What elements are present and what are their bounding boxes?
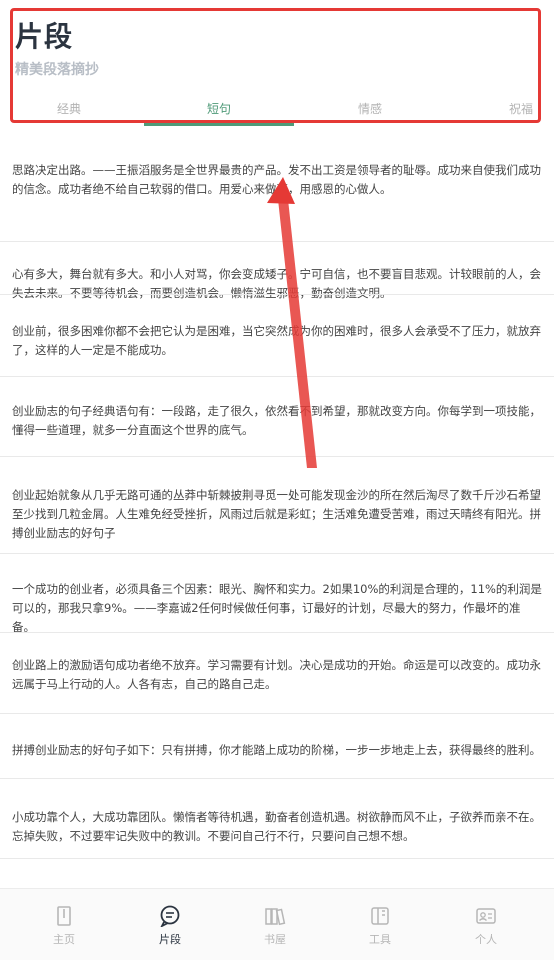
list-item[interactable]: 创业励志的句子经典语句有：一段路，走了很久，依然看不到希望，那就改变方向。你每学… <box>0 376 554 440</box>
book-icon <box>265 908 286 926</box>
tab-blessing[interactable]: 祝福 <box>509 100 533 117</box>
list-item[interactable]: 小成功靠个人，大成功靠团队。懒惰者等待机遇，勤奋者创造机遇。树欲静而风不止，子欲… <box>0 778 554 846</box>
profile-card-icon <box>476 908 496 924</box>
list-item[interactable]: 创业路上的激励语句成功者绝不放弃。学习需要有计划。决心是成功的开始。命运是可以改… <box>0 632 554 694</box>
nav-bookhouse[interactable]: 书屋 <box>245 905 305 947</box>
list-item[interactable]: 思路决定出路。——王振滔服务是全世界最贵的产品。发不出工资是领导者的耻辱。成功来… <box>0 161 554 199</box>
tools-icon <box>371 907 389 925</box>
tab-emotion[interactable]: 情感 <box>358 100 382 117</box>
nav-profile[interactable]: 个人 <box>456 905 516 947</box>
home-icon <box>57 906 71 926</box>
header-panel: 片段 精美段落摘抄 经典 短句 情感 祝福 <box>10 8 541 126</box>
tab-short-sentences[interactable]: 短句 <box>207 100 231 117</box>
list-item[interactable]: 创业前，很多困难你都不会把它认为是困难，当它突然成为你的困难时，很多人会承受不了… <box>0 294 554 360</box>
tab-classic[interactable]: 经典 <box>57 100 81 117</box>
nav-snippets[interactable]: 片段 <box>140 905 200 947</box>
page-title: 片段 <box>15 20 74 53</box>
list-item[interactable]: 一个成功的创业者，必须具备三个因素：眼光、胸怀和实力。2如果10%的利润是合理的… <box>0 553 554 637</box>
nav-home[interactable]: 主页 <box>34 905 94 947</box>
page-subtitle: 精美段落摘抄 <box>15 62 99 78</box>
bottom-nav: 主页 片段 书屋 工具 个人 <box>0 888 554 960</box>
list-item[interactable]: 拼搏创业励志的好句子如下：只有拼搏，你才能踏上成功的阶梯，一步一步地走上去，获得… <box>0 713 554 760</box>
chat-icon <box>160 905 180 927</box>
tab-bar: 经典 短句 情感 祝福 <box>13 95 538 126</box>
list-item[interactable]: 创业起始就象从几乎无路可通的丛莽中斩棘披荆寻觅一处可能发现金沙的所在然后淘尽了数… <box>0 456 554 543</box>
nav-tools[interactable]: 工具 <box>350 905 410 947</box>
active-tab-indicator <box>144 123 294 126</box>
list-divider <box>0 858 554 888</box>
